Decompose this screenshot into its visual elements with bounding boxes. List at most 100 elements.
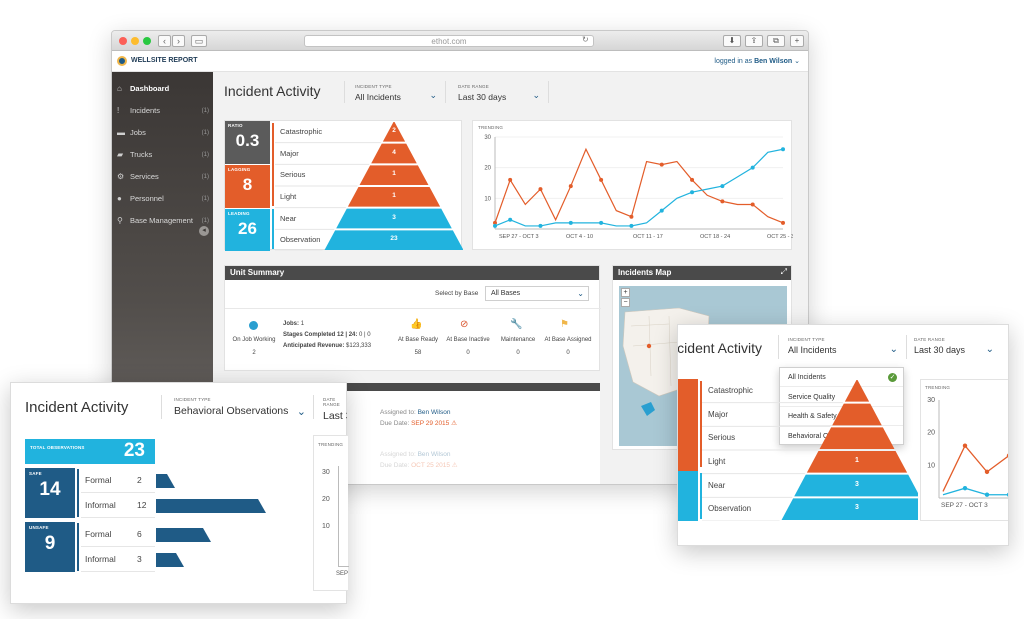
expand-icon[interactable]: ⤢ (781, 267, 787, 277)
incident-type-select[interactable]: INCIDENT TYPE All Incidents ⌄ (355, 84, 437, 102)
pyramid-level-name: Light (708, 456, 726, 466)
series-point[interactable] (568, 184, 573, 189)
url-bar[interactable]: ethot.com (304, 35, 594, 47)
observation-row-value: 12 (137, 500, 147, 510)
reload-icon[interactable]: ↻ (582, 35, 589, 44)
observation-bar (156, 553, 184, 567)
leading-value: 26 (238, 219, 257, 238)
sidebar-item-personnel[interactable]: ● Personnel (1) (112, 188, 213, 210)
leading-bracket (272, 209, 274, 249)
right-trending-chart: 30 20 10 (927, 397, 1009, 499)
ratio-box: RATIO 0.3 (225, 121, 270, 164)
series-point[interactable] (781, 147, 785, 152)
left-ytick: 10 (322, 523, 330, 530)
x-tick-label: SEP 27 - OCT 3 (499, 234, 539, 240)
select-base-label: Select by Base (435, 290, 479, 297)
incident-pyramid-card: RATIO 0.3 LAGGING 8 LEADING 26 Catastrop… (224, 120, 463, 251)
status-label: At Base Inactive (446, 337, 490, 343)
series-point[interactable] (659, 162, 664, 167)
pyramid-level-serious (819, 427, 895, 449)
series-point[interactable] (493, 223, 497, 228)
tabs-icon[interactable]: ⧉ (767, 35, 785, 47)
pyramid-level-value: 3 (392, 213, 396, 221)
pyramid-level-value: 1 (855, 456, 859, 464)
pyramid-level-name: Serious (708, 433, 736, 443)
date-range-select[interactable]: DATE RANGE Last 30 days ⌄ (458, 84, 540, 102)
close-window-icon[interactable] (119, 37, 127, 45)
right-date-range-select[interactable]: DATE RANGE Last 30 days ⌄ (914, 337, 998, 355)
new-tab-icon[interactable]: + (790, 35, 804, 47)
status-value: 0 (466, 350, 470, 356)
jobs-label: Jobs: (283, 321, 300, 327)
right-series-point[interactable] (962, 486, 968, 491)
sidebar-item-base-management[interactable]: ⚲ Base Management (1) (112, 210, 213, 232)
series-point[interactable] (720, 184, 725, 189)
series-point[interactable] (568, 220, 573, 225)
right-series-point[interactable] (984, 469, 990, 475)
download-icon[interactable]: ⬇ (723, 35, 741, 47)
series-point[interactable] (629, 214, 634, 219)
safe-label: SAFE (29, 471, 42, 476)
observation-row-name: Formal (85, 475, 112, 485)
series-point[interactable] (599, 177, 604, 182)
pyramid-level-name: Major (280, 148, 299, 158)
series-point[interactable] (750, 202, 755, 207)
x-tick-label: OCT 25 - 31 (767, 234, 793, 240)
y-tick-label: 30 (484, 135, 491, 141)
right-incident-type-select[interactable]: INCIDENT TYPE All Incidents ⌄ (788, 337, 900, 355)
series-point[interactable] (690, 190, 695, 195)
series-point[interactable] (508, 217, 513, 222)
task-item[interactable]: Assigned to: Ben Wilson Due Date: OCT 25 … (380, 449, 458, 471)
base-select[interactable]: All Bases ⌄ (485, 286, 589, 301)
left-incident-type-select[interactable]: INCIDENT TYPE Behavioral Observations ⌄ (174, 397, 308, 418)
unit-summary-card: Unit Summary Select by Base All Bases ⌄ … (224, 265, 601, 371)
back-icon[interactable]: ‹ (158, 35, 171, 47)
minimize-window-icon[interactable] (131, 37, 139, 45)
sidebar-toggle-icon[interactable]: ▭ (191, 35, 207, 47)
on-job-value: 2 (252, 350, 256, 356)
series-point[interactable] (538, 187, 543, 192)
series-point[interactable] (720, 199, 725, 204)
safe-value: 14 (39, 479, 61, 500)
sidebar-item-label: Trucks (130, 150, 153, 159)
incident-pyramid (702, 380, 918, 521)
collapse-sidebar-icon[interactable]: ◂ (199, 226, 209, 236)
sidebar-item-dashboard[interactable]: ⌂ Dashboard (112, 78, 213, 100)
forward-icon[interactable]: › (172, 35, 185, 47)
task-item[interactable]: Assigned to: Ben Wilson Due Date: SEP 29 … (380, 407, 457, 429)
zoom-out-icon[interactable]: − (621, 298, 630, 307)
zoom-in-icon[interactable]: + (621, 288, 630, 297)
thumbs-up-icon: 👍 (410, 319, 423, 330)
login-prefix: logged in as (714, 58, 753, 65)
due-date: OCT 25 2015 (411, 462, 450, 469)
all-incidents-panel: Incident Activity INCIDENT TYPE All Inci… (677, 324, 1009, 546)
date-range-label: DATE RANGE (458, 84, 489, 89)
left-date-range-select[interactable]: DATE RANGE Last 3 (323, 397, 347, 422)
right-series-point[interactable] (962, 443, 968, 448)
series-point[interactable] (781, 220, 785, 225)
login-status[interactable]: logged in as Ben Wilson ⌄ (714, 57, 800, 65)
divider (906, 335, 907, 359)
series-point[interactable] (538, 223, 543, 228)
share-icon[interactable]: ⇪ (745, 35, 763, 47)
chevron-down-icon: ⌄ (577, 289, 584, 298)
left-incident-type-label: INCIDENT TYPE (174, 397, 211, 402)
maximize-window-icon[interactable] (143, 37, 151, 45)
total-observations-label: TOTAL OBSERVATIONS (30, 445, 85, 450)
series-point[interactable] (629, 223, 634, 228)
x-tick-label: OCT 4 - 10 (566, 234, 593, 240)
sidebar-item-incidents[interactable]: ! Incidents (1) (112, 100, 213, 122)
series-point[interactable] (599, 220, 604, 225)
series-point[interactable] (690, 177, 695, 182)
series-point[interactable] (750, 165, 755, 170)
observation-row-value: 2 (137, 475, 142, 485)
sidebar-item-trucks[interactable]: ▰ Trucks (1) (112, 144, 213, 166)
right-series-point[interactable] (1006, 492, 1009, 497)
sidebar-item-jobs[interactable]: ▬ Jobs (1) (112, 122, 213, 144)
right-series-point[interactable] (984, 492, 990, 497)
sidebar-item-services[interactable]: ⚙ Services (1) (112, 166, 213, 188)
lagging-box: LAGGING 8 (225, 165, 270, 208)
series-point[interactable] (508, 177, 513, 182)
y-tick-label: 10 (484, 196, 491, 202)
series-point[interactable] (659, 208, 664, 213)
